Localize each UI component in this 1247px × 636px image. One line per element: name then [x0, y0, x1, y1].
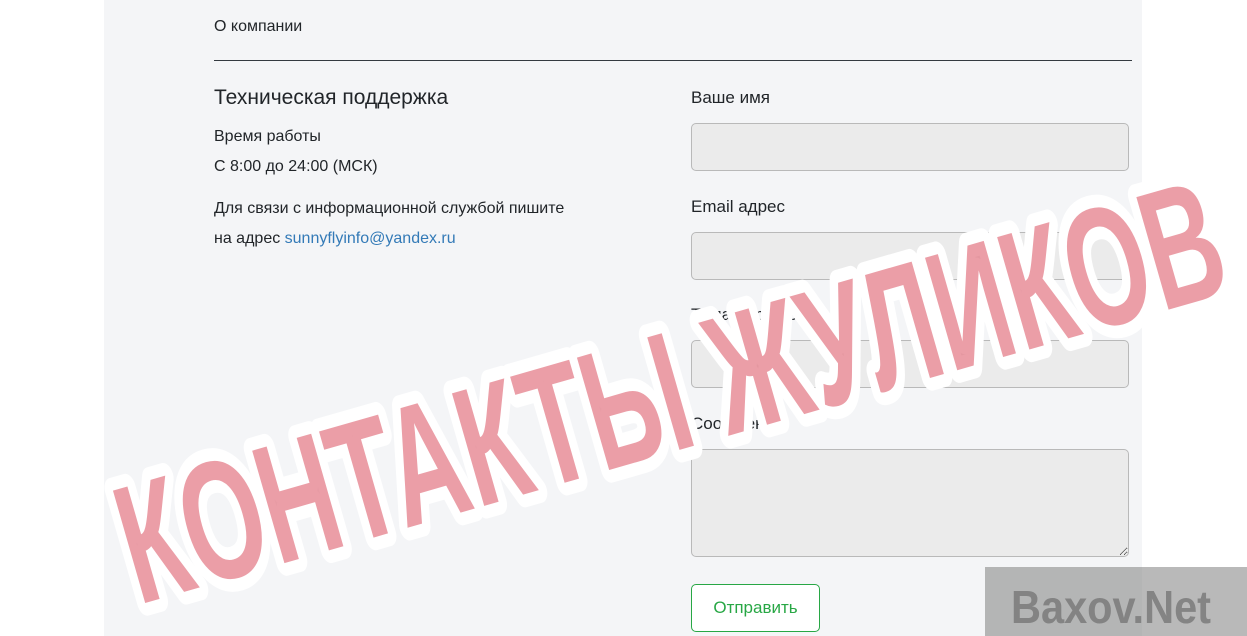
- watermark-box: [985, 567, 1247, 636]
- page-container: О компании Техническая поддержка Время р…: [104, 0, 1142, 636]
- contact-address-line: на адрес sunnyflyinfo@yandex.ru: [214, 230, 456, 248]
- message-label: Сообщение: [691, 414, 784, 433]
- email-input[interactable]: [691, 232, 1129, 280]
- header-divider: [214, 60, 1132, 61]
- subject-input[interactable]: [691, 340, 1129, 388]
- contact-address-prefix: на адрес: [214, 230, 285, 247]
- work-hours-value: С 8:00 до 24:00 (МСК): [214, 158, 378, 175]
- message-textarea[interactable]: [691, 449, 1129, 557]
- work-hours-label: Время работы: [214, 128, 321, 145]
- email-label: Email адрес: [691, 197, 786, 216]
- subject-label: Тема обращения: [691, 305, 826, 324]
- submit-button[interactable]: Отправить: [691, 584, 820, 632]
- contact-text: Для связи с информационной службой пишит…: [214, 200, 565, 217]
- name-input[interactable]: [691, 123, 1129, 171]
- name-label: Ваше имя: [691, 88, 770, 107]
- support-title: Техническая поддержка: [214, 86, 449, 109]
- nav-link-about[interactable]: О компании: [214, 18, 302, 36]
- support-email-link[interactable]: sunnyflyinfo@yandex.ru: [285, 230, 456, 247]
